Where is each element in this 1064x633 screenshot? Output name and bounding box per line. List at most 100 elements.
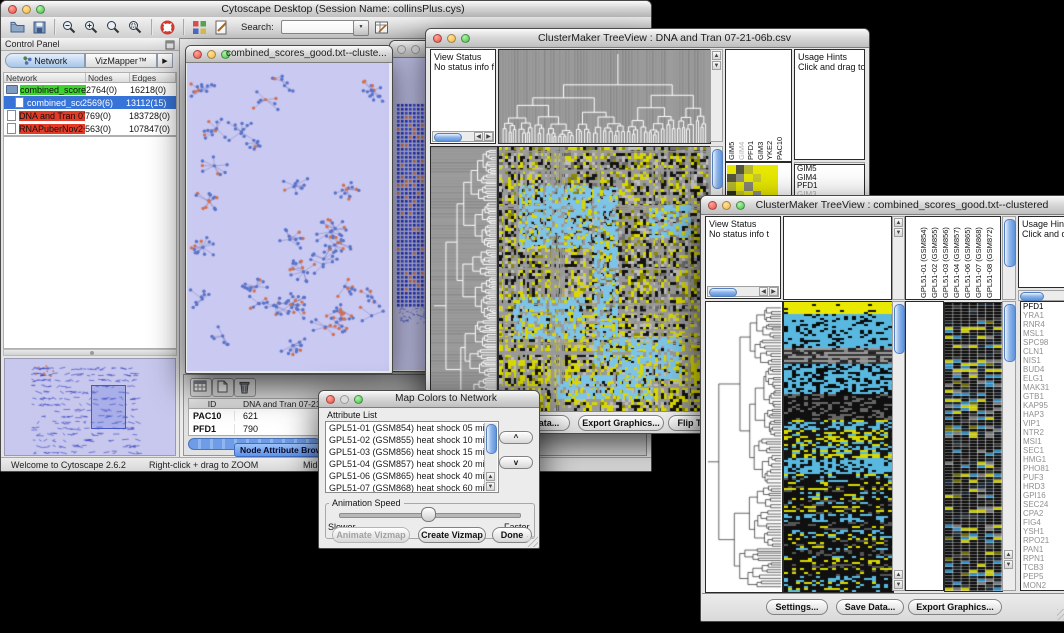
matrix-cell[interactable] [736, 174, 745, 183]
gene-label[interactable]: CPA2 [1021, 509, 1064, 518]
attribute-table-icon[interactable] [190, 378, 212, 397]
tv1-row-dendrogram[interactable] [430, 146, 498, 412]
tv2-heatmap[interactable] [783, 301, 894, 593]
matrix-cell[interactable] [744, 182, 753, 191]
matrix-cell[interactable] [744, 174, 753, 183]
minimize-button[interactable] [447, 34, 456, 43]
dialog-titlebar[interactable]: Map Colors to Network [319, 391, 539, 408]
attribute-list-item[interactable]: GPL51-06 (GSM865) heat shock 40 min [326, 470, 498, 482]
gene-label[interactable]: PUF3 [1021, 473, 1064, 482]
overview-viewport-rect[interactable] [91, 385, 126, 429]
gene-label[interactable]: PFD1 [1021, 302, 1064, 311]
matrix-cell[interactable] [770, 182, 779, 191]
tv1-heatmap[interactable] [498, 146, 711, 412]
new-attribute-icon[interactable] [212, 378, 234, 397]
treeview2-titlebar[interactable]: ClusterMaker TreeView : combined_scores_… [701, 196, 1064, 215]
attribute-list-scrollbar[interactable]: ▲▼ [484, 423, 497, 491]
network-row[interactable]: combined_scores_2764(0)16218(0) [4, 83, 176, 96]
treeview1-titlebar[interactable]: ClusterMaker TreeView : DNA and Tran 07-… [426, 29, 869, 48]
resize-grip[interactable] [527, 536, 538, 547]
close-button[interactable] [193, 50, 202, 59]
gene-label[interactable]: PEP5 [1021, 572, 1064, 581]
network-view-titlebar[interactable]: combined_scores_good.txt--cluste... [186, 46, 392, 63]
array-label[interactable]: GPL51-04 (GSM857) [953, 219, 964, 298]
network-row[interactable]: combined_sco2569(6)13112(15) [4, 96, 176, 109]
gene-label[interactable]: GPI16 [1021, 491, 1064, 500]
gene-label[interactable]: FIG4 [1021, 518, 1064, 527]
gene-label[interactable]: MSL1 [1021, 329, 1064, 338]
attribute-list-item[interactable]: GPL51-04 (GSM857) heat shock 20 min [326, 458, 498, 470]
matrix-cell[interactable] [727, 182, 736, 191]
gene-label[interactable]: SEC1 [1021, 446, 1064, 455]
delete-attribute-icon[interactable] [234, 378, 256, 397]
matrix-cell[interactable] [761, 174, 770, 183]
gene-label[interactable]: MSI1 [1021, 437, 1064, 446]
annotation-icon[interactable] [213, 19, 230, 36]
array-label[interactable]: GPL51-08 (GSM872) [986, 219, 997, 298]
minimize-button[interactable] [411, 45, 420, 54]
animate-vizmap-button[interactable]: Animate Vizmap [332, 527, 410, 543]
tv1-status-scrollbar[interactable] [434, 133, 462, 142]
tv2-status-scrollbar[interactable] [709, 288, 737, 297]
network-row[interactable]: RNAPuberNov2+563(0)107847(0) [4, 122, 176, 135]
gene-label[interactable]: ELG1 [1021, 374, 1064, 383]
tv2-row-dendrogram[interactable] [705, 301, 783, 593]
gene-label[interactable]: RPN1 [1021, 554, 1064, 563]
close-button[interactable] [433, 34, 442, 43]
gene-label[interactable]: HRD3 [1021, 482, 1064, 491]
minimize-button[interactable] [22, 5, 31, 14]
create-vizmap-button[interactable]: Create Vizmap [418, 527, 486, 543]
matrix-cell[interactable] [753, 182, 762, 191]
col-nodes[interactable]: Nodes [86, 73, 130, 82]
gene-label[interactable]: YSH1 [1021, 527, 1064, 536]
array-label[interactable]: GPL51-01 (GSM854) [920, 219, 931, 298]
attribute-list-item[interactable]: GPL51-01 (GSM854) heat shock 05 min [326, 422, 498, 434]
zoom-in-icon[interactable] [83, 19, 100, 36]
close-button[interactable] [708, 201, 717, 210]
matrix-cell[interactable] [761, 165, 770, 174]
minimize-button[interactable] [722, 201, 731, 210]
matrix-cell[interactable] [761, 182, 770, 191]
zoom-out-icon[interactable] [61, 19, 78, 36]
attribute-list-item[interactable]: GPL51-07 (GSM868) heat shock 60 min [326, 482, 498, 493]
export-graphics-button[interactable]: Export Graphics... [908, 599, 1002, 615]
gene-label[interactable]: HMG1 [1021, 455, 1064, 464]
gene-label[interactable]: SEC24 [1021, 500, 1064, 509]
minimize-button[interactable] [340, 395, 349, 404]
tv2-zoom-vscrollbar[interactable]: ▲▼ [1002, 301, 1016, 591]
gene-label[interactable]: BUD4 [1021, 365, 1064, 374]
tv2-labels-vscrollbar[interactable] [1002, 216, 1016, 300]
col-id[interactable]: ID [189, 399, 235, 408]
tv2-top-scrollbar[interactable]: ▲▼ [892, 216, 905, 300]
search-dropdown-button[interactable]: ▼ [353, 20, 369, 36]
gene-label[interactable]: MAK31 [1021, 383, 1064, 392]
gene-label[interactable]: RPO21 [1021, 536, 1064, 545]
close-button[interactable] [326, 395, 335, 404]
move-down-button[interactable]: v [499, 456, 533, 469]
gene-label[interactable]: PHO81 [1021, 464, 1064, 473]
array-label[interactable]: YKE2 [766, 52, 776, 160]
array-label[interactable]: GPL51-07 (GSM868) [975, 219, 986, 298]
tv1-column-dendrogram[interactable] [498, 49, 711, 144]
close-button[interactable] [8, 5, 17, 14]
matrix-cell[interactable] [770, 174, 779, 183]
tab-vizmapper[interactable]: VizMapper™ [85, 53, 157, 68]
search-input[interactable] [281, 20, 357, 34]
gene-label[interactable]: KAP95 [1021, 401, 1064, 410]
zoom-fit-icon[interactable] [105, 19, 122, 36]
gene-label[interactable]: RNR4 [1021, 320, 1064, 329]
gene-label[interactable]: NIS1 [1021, 356, 1064, 365]
export-graphics-button[interactable]: Export Graphics... [578, 415, 664, 431]
matrix-cell[interactable] [770, 165, 779, 174]
gene-label[interactable]: YRA1 [1021, 311, 1064, 320]
array-label[interactable]: GPL51-03 (GSM856) [942, 219, 953, 298]
tv2-zoom-heatmap[interactable] [944, 302, 1003, 592]
done-button[interactable]: Done [492, 527, 532, 543]
attribute-list-item[interactable]: GPL51-02 (GSM855) heat shock 10 min [326, 434, 498, 446]
close-button[interactable] [397, 45, 406, 54]
float-panel-icon[interactable] [165, 40, 175, 50]
node-attribute-icon[interactable] [191, 19, 208, 36]
animation-slider-thumb[interactable] [421, 507, 436, 522]
minimize-button[interactable] [207, 50, 216, 59]
array-label[interactable]: GIM3 [757, 52, 767, 160]
